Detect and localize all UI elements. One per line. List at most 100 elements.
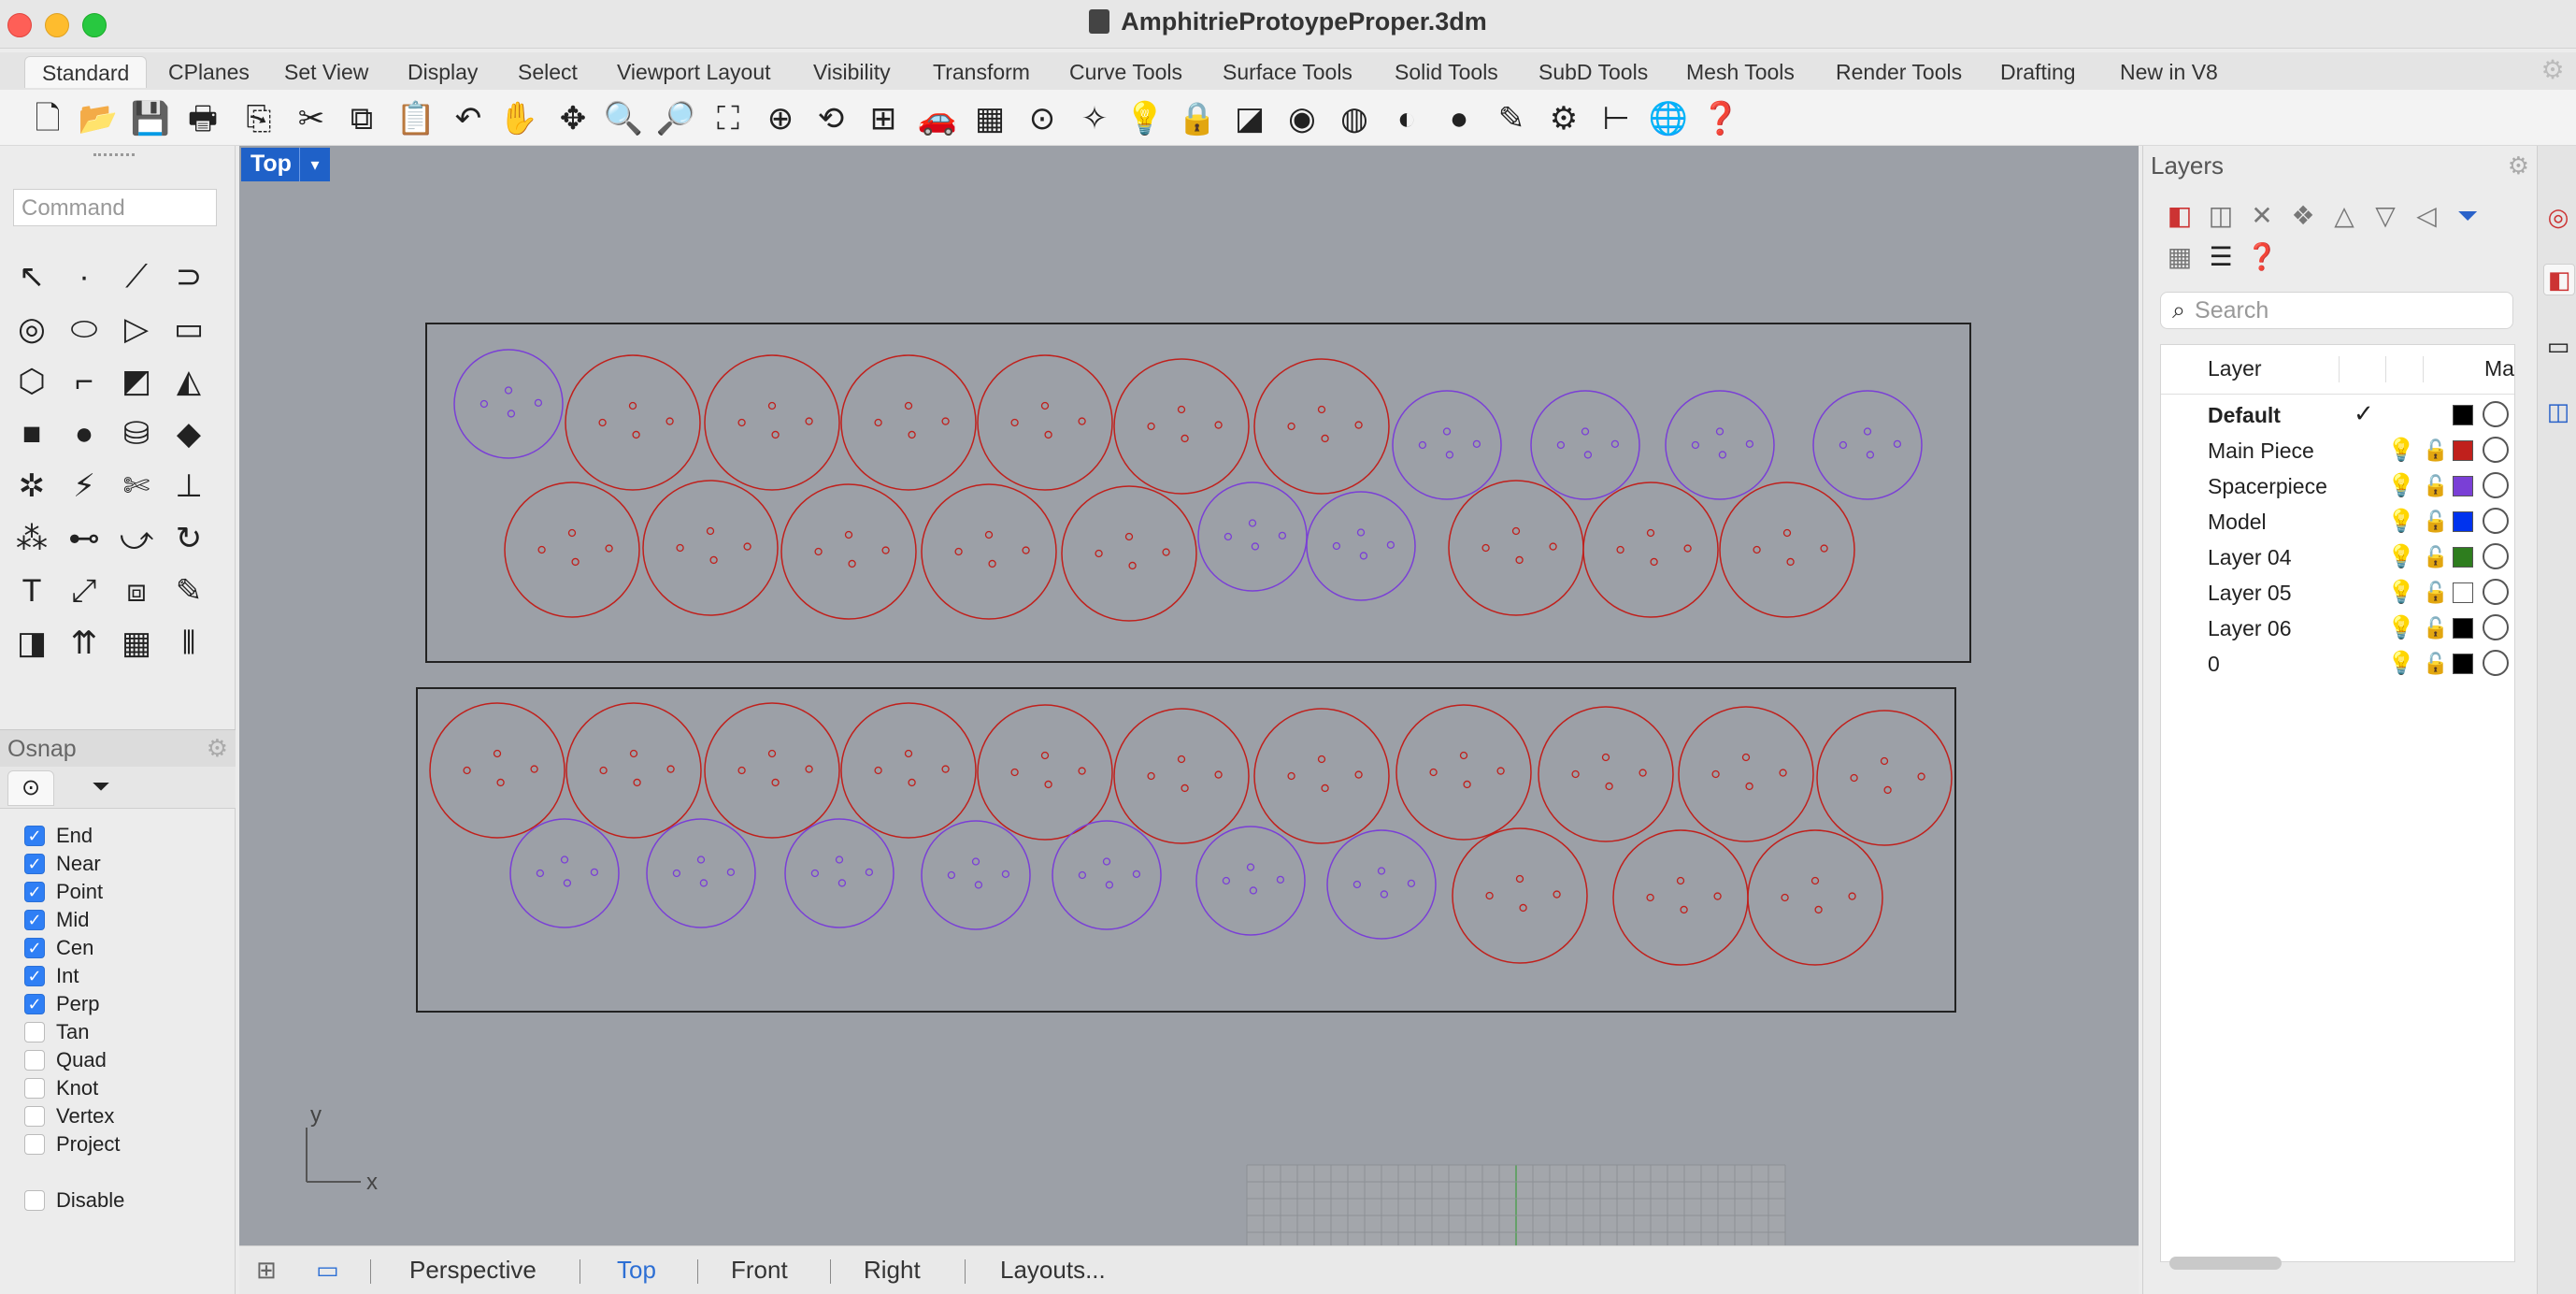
hole-circle[interactable] <box>1601 753 1610 762</box>
import-icon[interactable]: ⎘ <box>237 97 280 140</box>
main-piece-circle[interactable] <box>1253 358 1390 495</box>
filter-icon[interactable]: ⏷ <box>2450 198 2485 234</box>
hole-circle[interactable] <box>1683 544 1692 553</box>
hole-circle[interactable] <box>974 881 983 889</box>
snap-icon[interactable]: ✧ <box>1073 97 1116 140</box>
hole-circle[interactable] <box>1095 549 1103 558</box>
hole-circle[interactable] <box>1866 451 1875 459</box>
hole-circle[interactable] <box>1848 892 1856 900</box>
hole-circle[interactable] <box>1332 541 1341 551</box>
hole-circle[interactable] <box>988 559 996 568</box>
hole-circle[interactable] <box>1040 751 1050 760</box>
hole-circle[interactable] <box>908 430 916 439</box>
hole-circle[interactable] <box>605 544 613 553</box>
main-piece-circle[interactable] <box>1816 710 1953 846</box>
top-viewport[interactable]: y x Top ▾ <box>239 146 2139 1245</box>
hole-circle[interactable] <box>984 530 994 539</box>
surface-corner-icon[interactable]: ◩ <box>114 359 159 404</box>
circle-tool-icon[interactable]: ◎ <box>9 307 54 352</box>
hole-circle[interactable] <box>1249 886 1258 895</box>
osnap-option-quad[interactable]: Quad <box>24 1047 107 1073</box>
hole-circle[interactable] <box>706 526 715 536</box>
hole-circle[interactable] <box>1407 879 1416 887</box>
arc-tool-icon[interactable]: ▷ <box>114 307 159 352</box>
hole-circle[interactable] <box>571 557 580 567</box>
hole-circle[interactable] <box>805 417 813 425</box>
layer-color-swatch[interactable] <box>2453 618 2473 639</box>
zoom-selected-icon[interactable]: ⊕ <box>759 97 802 140</box>
analyze-icon[interactable]: ◨ <box>9 621 54 666</box>
fillet-curve-icon[interactable]: ⌐ <box>62 359 107 404</box>
osnap-option-project[interactable]: Project <box>24 1131 120 1157</box>
spacer-piece-circle[interactable] <box>646 818 756 928</box>
paste-icon[interactable]: 📋 <box>394 97 437 140</box>
lightbulb-icon[interactable]: 💡 <box>2387 508 2415 535</box>
hole-circle[interactable] <box>1214 421 1223 429</box>
hole-circle[interactable] <box>1713 892 1722 900</box>
tab-right[interactable]: Right <box>864 1256 921 1285</box>
wireframe-sphere-icon[interactable]: ◍ <box>1333 97 1376 140</box>
spacer-piece-circle[interactable] <box>1392 390 1502 500</box>
checkbox[interactable] <box>24 1022 45 1042</box>
hole-circle[interactable] <box>1556 440 1566 450</box>
tab-mesh-tools[interactable]: Mesh Tools <box>1669 56 1811 88</box>
point-icon[interactable]: ⊙ <box>1021 97 1064 140</box>
layer-material-icon[interactable] <box>2483 437 2509 463</box>
arc-direction-icon[interactable]: ⤻ <box>114 516 159 561</box>
boolean-union-icon[interactable]: ✲ <box>9 464 54 509</box>
zoom-window-icon[interactable]: 🔎 <box>654 97 697 140</box>
layer-material-icon[interactable] <box>2483 614 2509 640</box>
hole-circle[interactable] <box>629 749 638 758</box>
hole-circle[interactable] <box>1511 526 1521 536</box>
hole-circle[interactable] <box>1132 870 1141 878</box>
hole-circle[interactable] <box>810 869 820 878</box>
zoom-extents-icon[interactable]: ⛶ <box>707 97 750 140</box>
layer-row-spacerpiece[interactable]: Spacerpiece 💡 🔓 <box>2161 468 2514 504</box>
pan-hand-icon[interactable]: ✋ <box>497 97 540 140</box>
layers-gear-icon[interactable]: ⚙ <box>2508 151 2529 180</box>
hole-circle[interactable] <box>1691 440 1700 450</box>
hole-circle[interactable] <box>1078 767 1086 775</box>
lightbulb-icon[interactable]: 💡 <box>2387 650 2415 677</box>
move-down-icon[interactable]: ▽ <box>2368 198 2403 234</box>
hole-circle[interactable] <box>1147 771 1155 781</box>
unlock-icon[interactable]: 🔓 <box>2423 616 2448 640</box>
viewport-canvas[interactable]: y x <box>239 146 2139 1245</box>
layer-color-swatch[interactable] <box>2453 654 2473 674</box>
hole-circle[interactable] <box>1128 561 1137 570</box>
main-piece-circle[interactable] <box>1253 708 1390 844</box>
hole-circle[interactable] <box>1022 546 1030 554</box>
spacer-piece-circle[interactable] <box>1197 482 1308 592</box>
hole-circle[interactable] <box>767 749 777 758</box>
hole-circle[interactable] <box>1745 782 1753 791</box>
tab-standard[interactable]: Standard <box>24 56 148 88</box>
hole-circle[interactable] <box>496 778 505 787</box>
hole-circle[interactable] <box>1893 439 1902 448</box>
hole-circle[interactable] <box>1639 769 1647 777</box>
tab-new-in-v8[interactable]: New in V8 <box>2103 56 2235 88</box>
hole-circle[interactable] <box>534 398 543 407</box>
hole-circle[interactable] <box>1463 780 1471 789</box>
hole-circle[interactable] <box>1078 870 1087 880</box>
checkbox[interactable]: ✓ <box>24 882 45 902</box>
hole-circle[interactable] <box>1287 771 1295 781</box>
scale-tool-icon[interactable]: ⤢ <box>62 568 107 613</box>
main-piece-circle[interactable] <box>565 702 702 839</box>
undo-icon[interactable]: ↶ <box>447 97 490 140</box>
hole-circle[interactable] <box>479 399 489 409</box>
spacer-piece-circle[interactable] <box>509 818 620 928</box>
rendered-sphere-icon[interactable]: ● <box>1438 97 1481 140</box>
layer-color-swatch[interactable] <box>2453 440 2473 461</box>
layer-row-0[interactable]: 0 💡 🔓 <box>2161 646 2514 682</box>
hole-circle[interactable] <box>1445 451 1454 459</box>
rotate-tool-icon[interactable]: ↻ <box>166 516 211 561</box>
tab-viewport-layout[interactable]: Viewport Layout <box>600 56 788 88</box>
hole-circle[interactable] <box>1515 874 1524 884</box>
main-piece-circle[interactable] <box>704 354 840 491</box>
hole-circle[interactable] <box>1820 544 1828 553</box>
hole-circle[interactable] <box>709 555 718 565</box>
hole-circle[interactable] <box>1519 903 1527 913</box>
osnap-option-int[interactable]: ✓ Int <box>24 963 79 989</box>
hole-circle[interactable] <box>1481 543 1490 553</box>
hole-circle[interactable] <box>881 546 890 554</box>
